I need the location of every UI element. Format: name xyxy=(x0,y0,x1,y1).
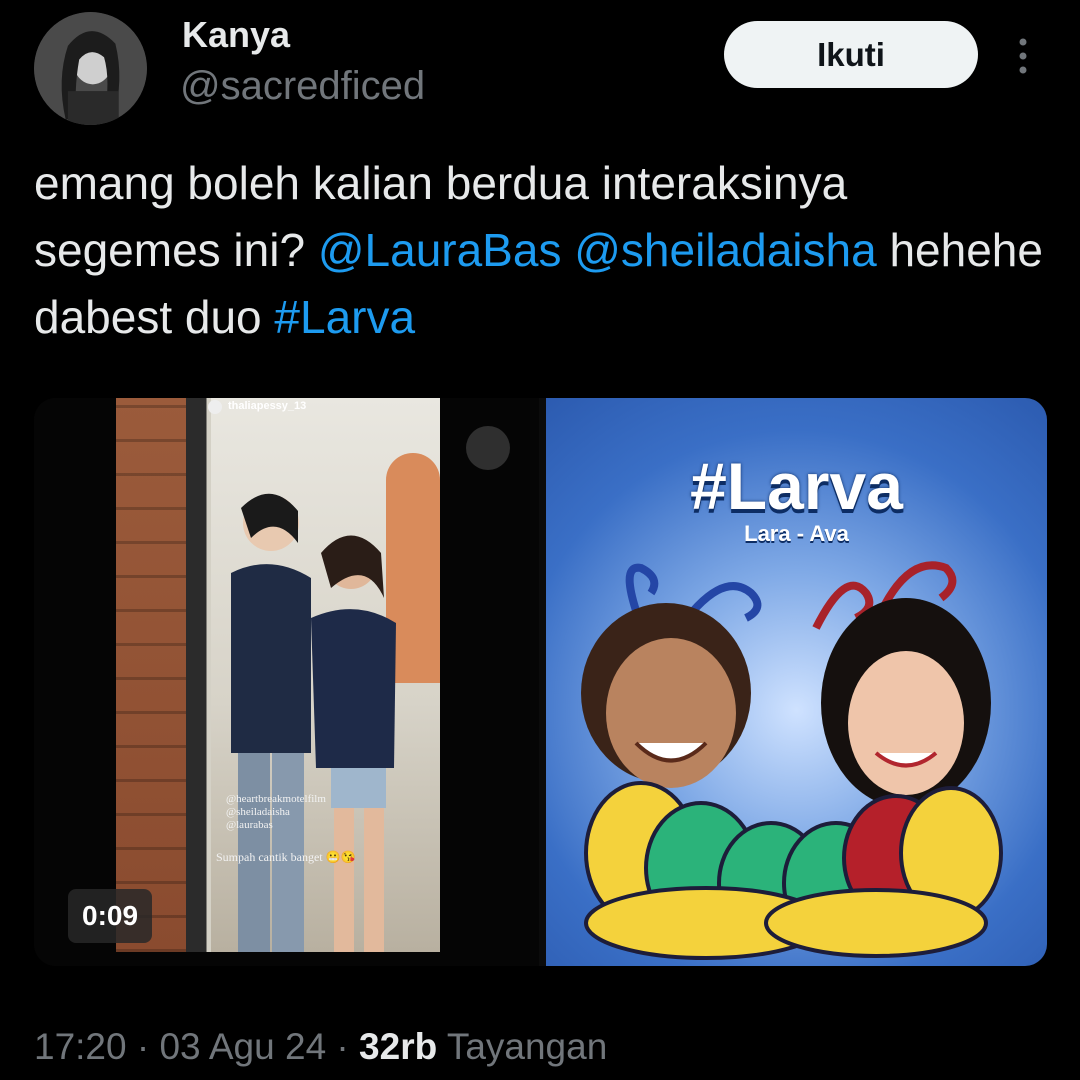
overlay-tag: @heartbreakmotelfilm xyxy=(226,793,326,805)
views-count: 32rb xyxy=(359,1026,438,1067)
mention-sheiladaisha[interactable]: @sheiladaisha xyxy=(574,224,876,276)
meta-separator: · xyxy=(126,1026,160,1067)
video-thumbnail[interactable]: thaliapessy_13 @heartbreakmotelfilm @she… xyxy=(34,398,539,966)
meta-separator: · xyxy=(326,1026,360,1067)
poster-image[interactable]: #Larva Lara - Ava xyxy=(546,398,1047,966)
author-avatar[interactable] xyxy=(34,12,147,125)
mention-laurabas[interactable]: @LauraBas xyxy=(318,224,562,276)
author-name[interactable]: Kanya xyxy=(182,14,290,56)
more-options-icon[interactable] xyxy=(1012,36,1034,76)
video-duration-badge: 0:09 xyxy=(68,889,153,943)
hashtag-larva[interactable]: #Larva xyxy=(274,291,415,343)
views-label: Tayangan xyxy=(437,1026,608,1067)
avatar-photo xyxy=(34,12,147,125)
person-figure xyxy=(311,535,396,952)
video-overlay-caption: Sumpah cantik banget 😬😘 xyxy=(216,850,356,864)
tweet-text: emang boleh kalian berdua interaksinya s… xyxy=(34,150,1044,351)
follow-button[interactable]: Ikuti xyxy=(724,21,978,88)
tweet-date[interactable]: 03 Agu 24 xyxy=(159,1026,326,1067)
caterpillar-illustration xyxy=(581,561,1003,960)
video-overlay-username: thaliapessy_13 xyxy=(228,400,307,412)
tweet-meta: 17:20 · 03 Agu 24 · 32rb Tayangan xyxy=(34,1026,607,1068)
video-frame: thaliapessy_13 @heartbreakmotelfilm @she… xyxy=(116,398,440,952)
author-handle[interactable]: @sacredficed xyxy=(180,64,425,109)
overlay-tag: @laurabas xyxy=(226,819,273,831)
poster-title: #Larva xyxy=(690,449,903,523)
video-overlay-tags: @heartbreakmotelfilm @sheiladaisha @laur… xyxy=(226,793,326,832)
media-divider-dot xyxy=(466,426,510,470)
tweet-time[interactable]: 17:20 xyxy=(34,1026,127,1067)
tweet-text-space xyxy=(561,224,574,276)
brick-wall xyxy=(116,398,186,952)
overlay-tag: @sheiladaisha xyxy=(226,806,290,818)
video-user-avatar xyxy=(208,400,222,414)
media-grid: thaliapessy_13 @heartbreakmotelfilm @she… xyxy=(34,398,1047,966)
